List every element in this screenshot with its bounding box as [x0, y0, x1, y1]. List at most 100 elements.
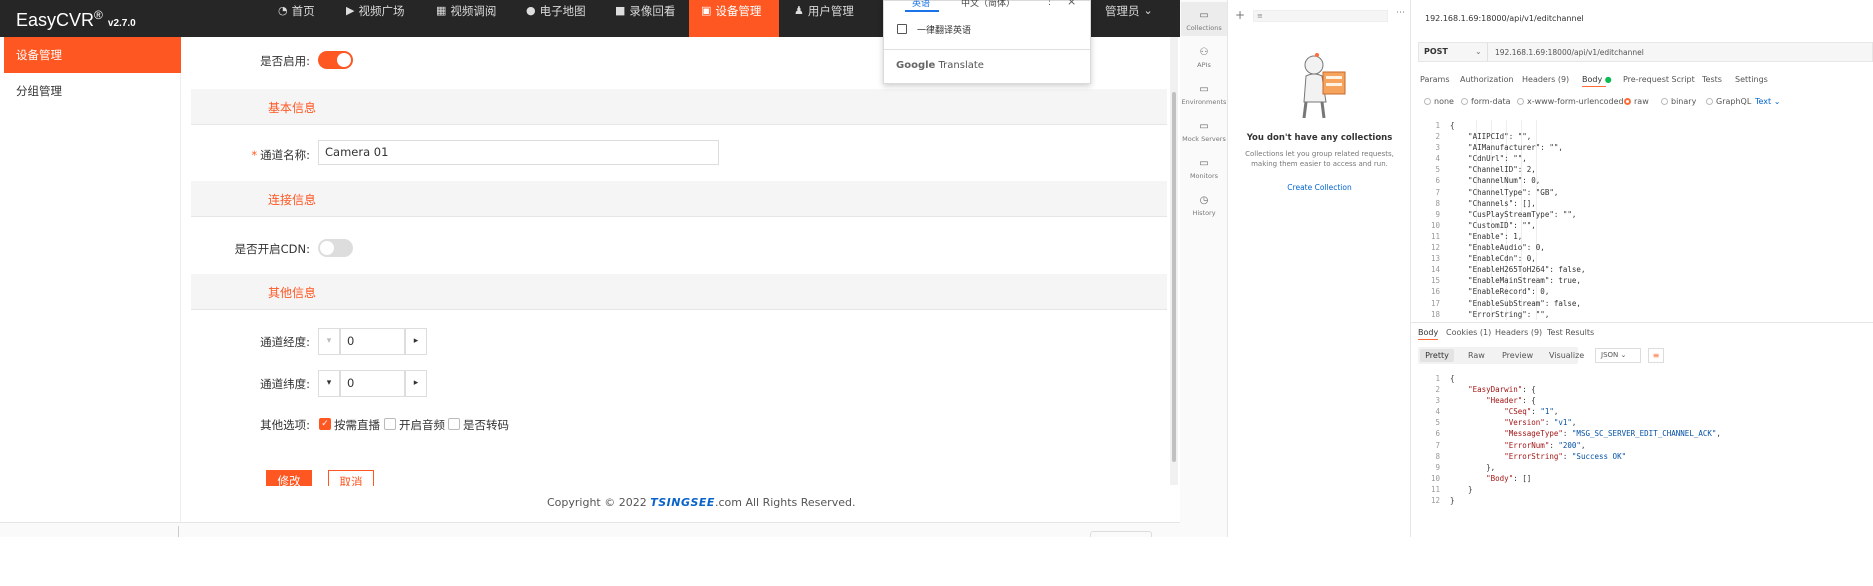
wrap-lines-icon[interactable]: ≡ [1648, 348, 1664, 363]
pm-nav-monitors[interactable]: ▭ Monitors [1180, 158, 1228, 180]
line-number: 7 [1435, 187, 1440, 197]
tab-headers[interactable]: Headers (9) [1522, 75, 1569, 84]
create-collection-link[interactable]: Create Collection [1228, 183, 1411, 192]
body-type-urlencoded[interactable]: x-www-form-urlencoded [1517, 97, 1624, 106]
option-transcode-checkbox[interactable] [448, 418, 460, 430]
resp-tab-cookies[interactable]: Cookies (1) [1446, 328, 1491, 337]
nav-video-square[interactable]: ▶ 视频广场 [346, 0, 404, 22]
radio [1424, 98, 1431, 105]
view-visualize[interactable]: Visualize [1549, 351, 1584, 360]
option-audio-checkbox[interactable] [384, 418, 396, 430]
latitude-increment-button[interactable]: ▸ [405, 370, 427, 397]
translate-tab-chinese[interactable]: 中文（简体） [961, 0, 1015, 9]
body-type-graphql[interactable]: GraphQL [1706, 97, 1751, 106]
longitude-increment-button[interactable]: ▸ [405, 328, 427, 355]
tab-indicator [905, 10, 939, 12]
close-icon[interactable]: × [1067, 0, 1076, 8]
request-body-editor[interactable]: { "AIIPCId": "", "AIManufacturer": "", "… [1450, 120, 1870, 320]
nav-device-mgmt[interactable]: ▣ 设备管理 [689, 0, 779, 37]
cancel-button[interactable]: 取消 [328, 470, 374, 486]
tab-settings[interactable]: Settings [1735, 75, 1768, 84]
more-options-icon[interactable]: ⋮ [1045, 0, 1054, 7]
line-number: 16 [1430, 287, 1440, 297]
status-bar [0, 523, 1180, 537]
status-control[interactable] [1090, 531, 1152, 537]
always-translate-checkbox[interactable] [897, 24, 907, 34]
nav-video-browse[interactable]: ▦ 视频调阅 [436, 0, 496, 22]
scrollbar-thumb[interactable] [1172, 92, 1176, 462]
sidebar-item-device-mgmt[interactable]: 设备管理 [4, 37, 181, 73]
always-translate-label: 一律翻译英语 [917, 26, 972, 36]
chevron-down-icon[interactable]: ⌄ [1475, 47, 1482, 56]
tab-authorization[interactable]: Authorization [1460, 75, 1514, 84]
nav-home[interactable]: ◔ 首页 [278, 0, 315, 22]
sidebar-item-group-mgmt[interactable]: 分组管理 [4, 73, 181, 109]
pm-nav-history[interactable]: ◷ History [1180, 195, 1228, 217]
view-preview[interactable]: Preview [1502, 351, 1533, 360]
code-line: "AIIPCId": "", [1450, 132, 1532, 142]
status-divider [178, 526, 179, 537]
tab-pre-request-script[interactable]: Pre-request Script [1623, 75, 1695, 84]
chevron-down-icon: ⌄ [1773, 97, 1781, 106]
pm-nav-apis[interactable]: ⚇ APIs [1180, 47, 1228, 69]
code-line: "EnableAudio": 0, [1450, 243, 1545, 253]
body-type-form-data[interactable]: form-data [1461, 97, 1511, 106]
admin-menu[interactable]: 管理员 ⌄ [1105, 0, 1153, 22]
code-line: "Header": { [1486, 396, 1536, 406]
nav-map[interactable]: ● 电子地图 [526, 0, 586, 22]
nav-playback[interactable]: ■ 录像回看 [615, 0, 675, 22]
pm-nav-mock-servers[interactable]: ▭ Mock Servers [1180, 121, 1228, 143]
tab-body[interactable]: Body ● [1582, 75, 1612, 84]
pm-nav-environments[interactable]: ▭ Environments [1180, 84, 1228, 106]
code-line: "ChannelType": "GB", [1450, 187, 1559, 197]
filter-input[interactable]: ≡ [1253, 10, 1388, 22]
response-body-viewer[interactable]: { "EasyDarwin": { "Header": { "CSeq": "1… [1450, 373, 1870, 508]
radio-selected [1624, 98, 1631, 105]
view-raw[interactable]: Raw [1468, 351, 1485, 360]
new-collection-icon[interactable]: + [1235, 8, 1245, 22]
resp-tab-underline [1418, 339, 1438, 340]
chevron-down-icon: ⌄ [1143, 4, 1153, 17]
code-line: "EnableRecord": 0, [1450, 287, 1550, 297]
url-input[interactable]: 192.168.1.69:18000/api/v1/editchannel [1495, 48, 1644, 57]
sidebar [4, 37, 181, 523]
line-number: 15 [1430, 276, 1440, 286]
channel-name-input[interactable]: Camera 01 [318, 140, 719, 165]
longitude-input[interactable]: 0 [340, 328, 405, 355]
tab-tests[interactable]: Tests [1702, 75, 1722, 84]
option-ondemand-checkbox[interactable]: ✓ [319, 418, 331, 430]
popup-divider [884, 49, 1090, 50]
longitude-decrement-button[interactable]: ▾ [318, 328, 340, 355]
cdn-toggle[interactable] [318, 239, 353, 257]
play-circle-icon: ▶ [346, 4, 355, 17]
resp-tab-headers[interactable]: Headers (9) [1495, 328, 1542, 337]
code-line: "Body": [] [1486, 473, 1532, 483]
registered-mark: ® [94, 8, 103, 22]
url-divider [1487, 43, 1488, 61]
method-select[interactable]: POST [1424, 47, 1448, 56]
line-number: 5 [1435, 165, 1440, 175]
line-number: 1 [1435, 374, 1440, 383]
footer-brand: TSINGSEE [650, 496, 715, 509]
code-line: } [1450, 496, 1455, 506]
toggle-knob [337, 53, 351, 67]
body-type-binary[interactable]: binary [1661, 97, 1696, 106]
response-format-select[interactable]: JSON ⌄ [1595, 348, 1641, 363]
latitude-input[interactable]: 0 [340, 370, 405, 397]
tab-params[interactable]: Params [1420, 75, 1450, 84]
body-type-raw[interactable]: raw [1624, 97, 1649, 106]
more-icon[interactable]: ⋯ [1396, 8, 1405, 18]
nav-user-mgmt[interactable]: ♟ 用户管理 [794, 0, 854, 22]
latitude-decrement-button[interactable]: ▾ [318, 370, 340, 397]
view-pretty[interactable]: Pretty [1420, 349, 1454, 362]
pm-nav-collections[interactable]: ▭ Collections [1180, 10, 1228, 32]
resp-tab-test-results[interactable]: Test Results [1547, 328, 1594, 337]
body-format-select[interactable]: Text ⌄ [1755, 97, 1780, 106]
request-title: 192.168.1.69:18000/api/v1/editchannel [1425, 14, 1584, 23]
body-type-none[interactable]: none [1424, 97, 1454, 106]
translate-tab-english[interactable]: 英语 [912, 0, 930, 9]
resp-tab-body[interactable]: Body [1418, 328, 1438, 337]
enable-toggle[interactable] [318, 51, 353, 69]
section-other-info: 其他信息 [191, 274, 1167, 310]
submit-button[interactable]: 修改 [266, 470, 312, 486]
